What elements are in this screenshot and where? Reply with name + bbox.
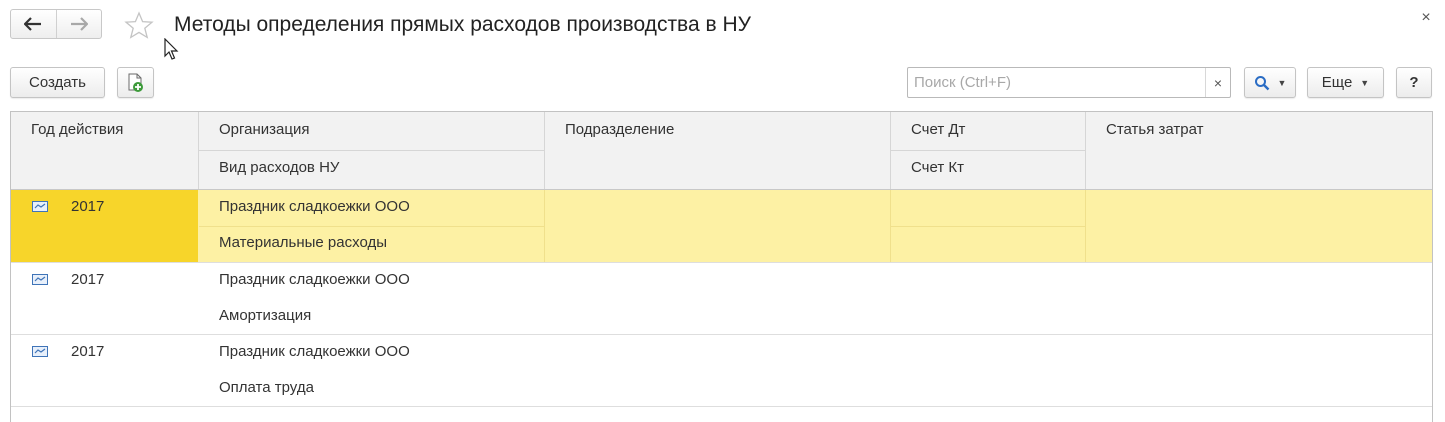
more-label: Еще [1321, 74, 1353, 91]
page-title: Методы определения прямых расходов произ… [174, 13, 751, 36]
divider [199, 226, 544, 227]
cell-organization: Праздник сладкоежки ООО [219, 198, 410, 215]
search-clear-button[interactable]: × [1205, 68, 1230, 97]
header-cost-item[interactable]: Статья затрат [1086, 121, 1432, 143]
close-icon[interactable]: × [1417, 9, 1435, 27]
search-button[interactable]: ▼ [1244, 67, 1296, 98]
divider [891, 150, 1085, 151]
divider [199, 150, 544, 151]
cell-year: 2017 [71, 198, 105, 215]
divider [544, 190, 545, 262]
cell-expense-type: Материальные расходы [219, 234, 387, 251]
header-organization[interactable]: Организация [199, 121, 544, 143]
arrow-right-icon [70, 17, 88, 31]
forward-button[interactable] [55, 10, 102, 38]
table-row[interactable]: 2017 Праздник сладкоежки ООО Амортизация [11, 263, 1432, 335]
divider [891, 226, 1085, 227]
divider [11, 406, 1432, 407]
cell-expense-type: Оплата труда [219, 379, 314, 396]
register-record-icon [32, 201, 48, 212]
copy-add-icon [128, 73, 143, 92]
header-year[interactable]: Год действия [11, 121, 198, 143]
history-navigation [10, 9, 102, 39]
magnifier-icon [1254, 75, 1269, 90]
create-by-copy-button[interactable] [117, 67, 154, 98]
divider [544, 112, 545, 189]
header-expense-type[interactable]: Вид расходов НУ [199, 159, 544, 181]
chevron-down-icon: ▼ [1360, 77, 1370, 88]
header-debit-account[interactable]: Счет Дт [891, 121, 1085, 143]
search-input[interactable] [908, 68, 1205, 97]
table-row[interactable]: 2017 Праздник сладкоежки ООО Материальны… [11, 190, 1432, 262]
search-field: × [907, 67, 1231, 98]
records-table: Год действия Организация Вид расходов НУ… [10, 111, 1433, 422]
register-record-icon [32, 346, 48, 357]
table-row[interactable]: 2017 Праздник сладкоежки ООО Оплата труд… [11, 335, 1432, 407]
cell-expense-type: Амортизация [219, 307, 312, 324]
help-button[interactable]: ? [1396, 67, 1432, 98]
chevron-down-icon: ▼ [1277, 77, 1287, 88]
register-record-icon [32, 274, 48, 285]
divider [1085, 112, 1086, 189]
header-credit-account[interactable]: Счет Кт [891, 159, 1085, 181]
cell-organization: Праздник сладкоежки ООО [219, 343, 410, 360]
favorite-button[interactable] [122, 9, 156, 41]
star-icon [124, 11, 154, 39]
divider [1085, 190, 1086, 262]
more-menu-button[interactable]: Еще ▼ [1307, 67, 1384, 98]
cell-year: 2017 [71, 343, 105, 360]
cell-organization: Праздник сладкоежки ООО [219, 271, 410, 288]
create-button[interactable]: Создать [10, 67, 105, 98]
cell-year: 2017 [71, 271, 105, 288]
header-department[interactable]: Подразделение [545, 121, 890, 143]
mouse-pointer-icon [164, 38, 179, 60]
arrow-left-icon [24, 17, 42, 31]
back-button[interactable] [11, 10, 56, 38]
